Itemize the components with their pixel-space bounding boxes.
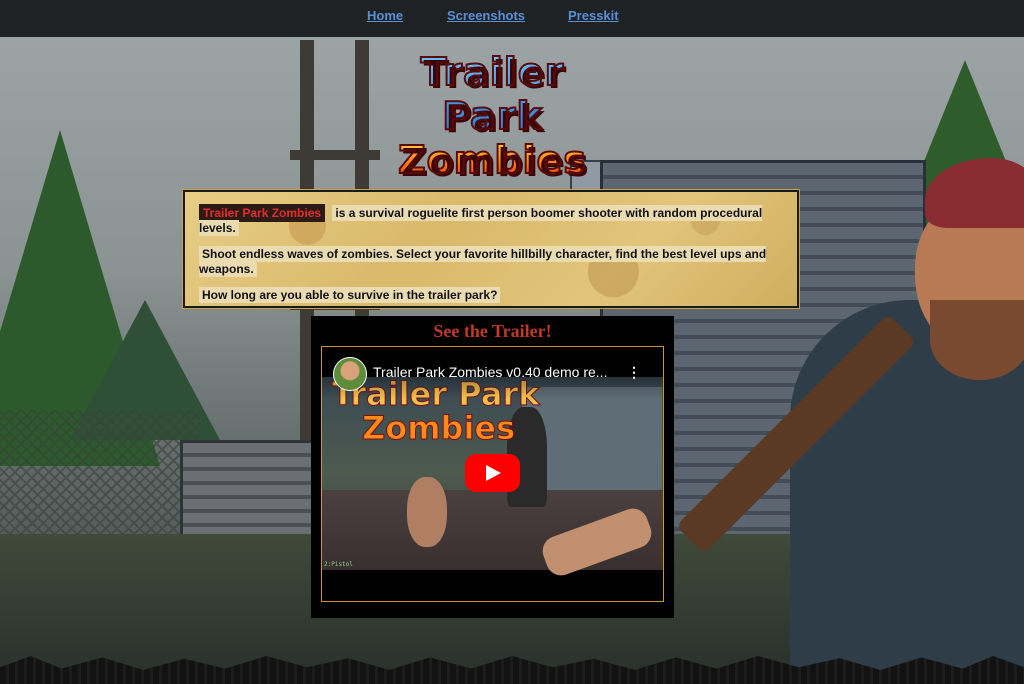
hunter-beard: [930, 300, 1024, 380]
thumbnail-hud: 2:Pistol: [324, 561, 353, 568]
game-logo-line1: Trailer Park: [370, 49, 615, 139]
description-text-2: Shoot endless waves of zombies. Select y…: [199, 246, 767, 277]
nav-link-screenshots[interactable]: Screenshots: [447, 8, 525, 23]
trailer-heading: See the Trailer!: [433, 321, 552, 341]
description-box: Trailer Park Zombies is a survival rogue…: [182, 189, 800, 309]
description-paragraph-1: Trailer Park Zombies is a survival rogue…: [199, 204, 783, 236]
thumbnail-zombie-near: [407, 477, 447, 547]
description-paragraph-2: Shoot endless waves of zombies. Select y…: [199, 246, 783, 277]
youtube-play-icon[interactable]: [465, 454, 520, 492]
trailer-section: See the Trailer! Trailer Park Zombies 2:…: [311, 316, 674, 618]
top-nav: Home Screenshots Presskit: [0, 0, 1024, 37]
channel-avatar[interactable]: [333, 357, 367, 391]
description-paragraph-3: How long are you able to survive in the …: [199, 287, 783, 303]
thumbnail-logo-line2: Zombies: [362, 409, 516, 447]
kebab-menu-icon[interactable]: ⋮: [627, 364, 641, 380]
nav-link-presskit[interactable]: Presskit: [568, 8, 619, 23]
game-logo: Trailer Park Zombies: [370, 49, 615, 183]
game-logo-line2: Zombies: [370, 137, 615, 183]
description-text-3: How long are you able to survive in the …: [199, 287, 501, 303]
youtube-embed[interactable]: Trailer Park Zombies 2:Pistol Trailer Pa…: [321, 346, 664, 602]
nav-link-home[interactable]: Home: [367, 8, 403, 23]
video-title[interactable]: Trailer Park Zombies v0.40 demo re...: [373, 364, 613, 380]
water-tower-brace: [290, 150, 380, 160]
